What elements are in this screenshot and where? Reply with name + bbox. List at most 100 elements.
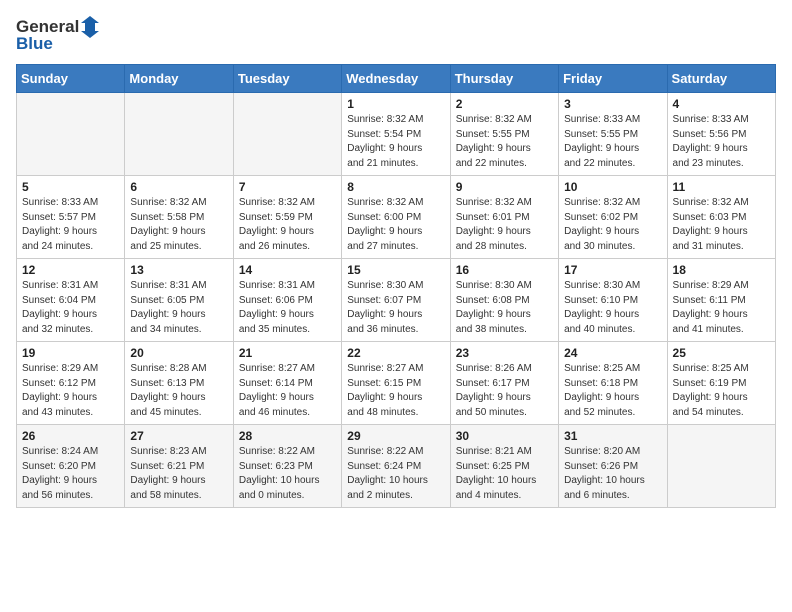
day-info: Sunrise: 8:32 AM Sunset: 5:54 PM Dayligh… — [347, 113, 444, 171]
calendar-week-row: 12Sunrise: 8:31 AM Sunset: 6:04 PM Dayli… — [17, 259, 776, 342]
calendar-cell: 17 Sunrise: 8:30 AM Sunset: 6:10 PM Dayli… — [559, 259, 667, 342]
day-info: Sunrise: 8:32 AM Sunset: 5:55 PM Dayligh… — [456, 113, 553, 171]
calendar-cell: 24 Sunrise: 8:25 AM Sunset: 6:18 PM Dayli… — [559, 342, 667, 425]
calendar-cell: 19 Sunrise: 8:29 AM Sunset: 6:12 PM Dayli… — [17, 342, 125, 425]
day-number: 10 — [564, 180, 661, 194]
logo-blue: Blue — [16, 34, 53, 54]
day-info: Sunrise: 8:32 AM Sunset: 6:01 PM Dayligh… — [456, 196, 553, 254]
page-header: General Blue — [16, 16, 776, 54]
day-number: 8 — [347, 180, 444, 194]
calendar-cell: 30Sunrise: 8:21 AM Sunset: 6:25 PM Dayli… — [450, 425, 558, 508]
calendar-header-row: SundayMondayTuesdayWednesdayThursdayFrid… — [17, 65, 776, 93]
calendar-cell: 10 Sunrise: 8:32 AM Sunset: 6:02 PM Dayli… — [559, 176, 667, 259]
day-info: Sunrise: 8:32 AM Sunset: 5:59 PM Dayligh… — [239, 196, 336, 254]
calendar-cell: 8 Sunrise: 8:32 AM Sunset: 6:00 PM Daylig… — [342, 176, 450, 259]
day-info: Sunrise: 8:30 AM Sunset: 6:10 PM Dayligh… — [564, 279, 661, 337]
day-info: Sunrise: 8:25 AM Sunset: 6:18 PM Dayligh… — [564, 362, 661, 420]
day-number: 13 — [130, 263, 227, 277]
day-number: 22 — [347, 346, 444, 360]
day-info: Sunrise: 8:29 AM Sunset: 6:12 PM Dayligh… — [22, 362, 119, 420]
calendar-cell: 26Sunrise: 8:24 AM Sunset: 6:20 PM Dayli… — [17, 425, 125, 508]
calendar-cell: 21Sunrise: 8:27 AM Sunset: 6:14 PM Dayli… — [233, 342, 341, 425]
day-number: 30 — [456, 429, 553, 443]
calendar-cell: 2 Sunrise: 8:32 AM Sunset: 5:55 PM Daylig… — [450, 93, 558, 176]
day-number: 26 — [22, 429, 119, 443]
day-number: 17 — [564, 263, 661, 277]
calendar-header-wednesday: Wednesday — [342, 65, 450, 93]
day-info: Sunrise: 8:33 AM Sunset: 5:56 PM Dayligh… — [673, 113, 770, 171]
day-number: 28 — [239, 429, 336, 443]
day-number: 20 — [130, 346, 227, 360]
calendar-cell — [233, 93, 341, 176]
calendar-cell: 5Sunrise: 8:33 AM Sunset: 5:57 PM Daylig… — [17, 176, 125, 259]
calendar-cell: 12Sunrise: 8:31 AM Sunset: 6:04 PM Dayli… — [17, 259, 125, 342]
day-info: Sunrise: 8:23 AM Sunset: 6:21 PM Dayligh… — [130, 445, 227, 503]
calendar-cell: 31 Sunrise: 8:20 AM Sunset: 6:26 PM Dayli… — [559, 425, 667, 508]
calendar-cell: 4 Sunrise: 8:33 AM Sunset: 5:56 PM Daylig… — [667, 93, 775, 176]
day-number: 29 — [347, 429, 444, 443]
day-number: 2 — [456, 97, 553, 111]
calendar-header-sunday: Sunday — [17, 65, 125, 93]
calendar-week-row: 19 Sunrise: 8:29 AM Sunset: 6:12 PM Dayli… — [17, 342, 776, 425]
calendar-week-row: 5Sunrise: 8:33 AM Sunset: 5:57 PM Daylig… — [17, 176, 776, 259]
logo-flag-icon — [81, 16, 99, 38]
day-number: 31 — [564, 429, 661, 443]
calendar-week-row: 1 Sunrise: 8:32 AM Sunset: 5:54 PM Daylig… — [17, 93, 776, 176]
calendar-header-monday: Monday — [125, 65, 233, 93]
calendar-header-saturday: Saturday — [667, 65, 775, 93]
calendar-cell: 20 Sunrise: 8:28 AM Sunset: 6:13 PM Dayli… — [125, 342, 233, 425]
calendar-cell: 28Sunrise: 8:22 AM Sunset: 6:23 PM Dayli… — [233, 425, 341, 508]
day-info: Sunrise: 8:26 AM Sunset: 6:17 PM Dayligh… — [456, 362, 553, 420]
calendar-cell: 9 Sunrise: 8:32 AM Sunset: 6:01 PM Daylig… — [450, 176, 558, 259]
day-number: 9 — [456, 180, 553, 194]
calendar-cell: 11 Sunrise: 8:32 AM Sunset: 6:03 PM Dayli… — [667, 176, 775, 259]
calendar-cell: 6Sunrise: 8:32 AM Sunset: 5:58 PM Daylig… — [125, 176, 233, 259]
day-number: 3 — [564, 97, 661, 111]
day-number: 19 — [22, 346, 119, 360]
calendar-cell: 18 Sunrise: 8:29 AM Sunset: 6:11 PM Dayli… — [667, 259, 775, 342]
logo: General Blue — [16, 16, 99, 54]
calendar-cell: 1 Sunrise: 8:32 AM Sunset: 5:54 PM Daylig… — [342, 93, 450, 176]
calendar-cell: 27 Sunrise: 8:23 AM Sunset: 6:21 PM Dayli… — [125, 425, 233, 508]
calendar-week-row: 26Sunrise: 8:24 AM Sunset: 6:20 PM Dayli… — [17, 425, 776, 508]
day-info: Sunrise: 8:27 AM Sunset: 6:14 PM Dayligh… — [239, 362, 336, 420]
day-number: 11 — [673, 180, 770, 194]
day-info: Sunrise: 8:31 AM Sunset: 6:05 PM Dayligh… — [130, 279, 227, 337]
calendar-cell: 7Sunrise: 8:32 AM Sunset: 5:59 PM Daylig… — [233, 176, 341, 259]
calendar-cell: 29 Sunrise: 8:22 AM Sunset: 6:24 PM Dayli… — [342, 425, 450, 508]
day-info: Sunrise: 8:33 AM Sunset: 5:57 PM Dayligh… — [22, 196, 119, 254]
day-number: 24 — [564, 346, 661, 360]
day-info: Sunrise: 8:28 AM Sunset: 6:13 PM Dayligh… — [130, 362, 227, 420]
day-number: 27 — [130, 429, 227, 443]
calendar-header-thursday: Thursday — [450, 65, 558, 93]
calendar-cell — [667, 425, 775, 508]
calendar-header-friday: Friday — [559, 65, 667, 93]
day-number: 12 — [22, 263, 119, 277]
day-number: 15 — [347, 263, 444, 277]
day-number: 23 — [456, 346, 553, 360]
day-number: 18 — [673, 263, 770, 277]
day-info: Sunrise: 8:32 AM Sunset: 6:03 PM Dayligh… — [673, 196, 770, 254]
day-number: 14 — [239, 263, 336, 277]
day-number: 4 — [673, 97, 770, 111]
day-info: Sunrise: 8:32 AM Sunset: 6:02 PM Dayligh… — [564, 196, 661, 254]
calendar-table: SundayMondayTuesdayWednesdayThursdayFrid… — [16, 64, 776, 508]
day-info: Sunrise: 8:27 AM Sunset: 6:15 PM Dayligh… — [347, 362, 444, 420]
day-info: Sunrise: 8:30 AM Sunset: 6:07 PM Dayligh… — [347, 279, 444, 337]
day-info: Sunrise: 8:33 AM Sunset: 5:55 PM Dayligh… — [564, 113, 661, 171]
calendar-cell: 22 Sunrise: 8:27 AM Sunset: 6:15 PM Dayli… — [342, 342, 450, 425]
calendar-cell — [125, 93, 233, 176]
day-info: Sunrise: 8:32 AM Sunset: 6:00 PM Dayligh… — [347, 196, 444, 254]
day-info: Sunrise: 8:20 AM Sunset: 6:26 PM Dayligh… — [564, 445, 661, 503]
calendar-cell: 16Sunrise: 8:30 AM Sunset: 6:08 PM Dayli… — [450, 259, 558, 342]
day-info: Sunrise: 8:29 AM Sunset: 6:11 PM Dayligh… — [673, 279, 770, 337]
calendar-cell: 15 Sunrise: 8:30 AM Sunset: 6:07 PM Dayli… — [342, 259, 450, 342]
calendar-cell: 13 Sunrise: 8:31 AM Sunset: 6:05 PM Dayli… — [125, 259, 233, 342]
day-info: Sunrise: 8:31 AM Sunset: 6:06 PM Dayligh… — [239, 279, 336, 337]
day-number: 1 — [347, 97, 444, 111]
calendar-cell: 14 Sunrise: 8:31 AM Sunset: 6:06 PM Dayli… — [233, 259, 341, 342]
day-number: 25 — [673, 346, 770, 360]
calendar-cell: 25Sunrise: 8:25 AM Sunset: 6:19 PM Dayli… — [667, 342, 775, 425]
calendar-cell: 3 Sunrise: 8:33 AM Sunset: 5:55 PM Daylig… — [559, 93, 667, 176]
day-info: Sunrise: 8:22 AM Sunset: 6:24 PM Dayligh… — [347, 445, 444, 503]
